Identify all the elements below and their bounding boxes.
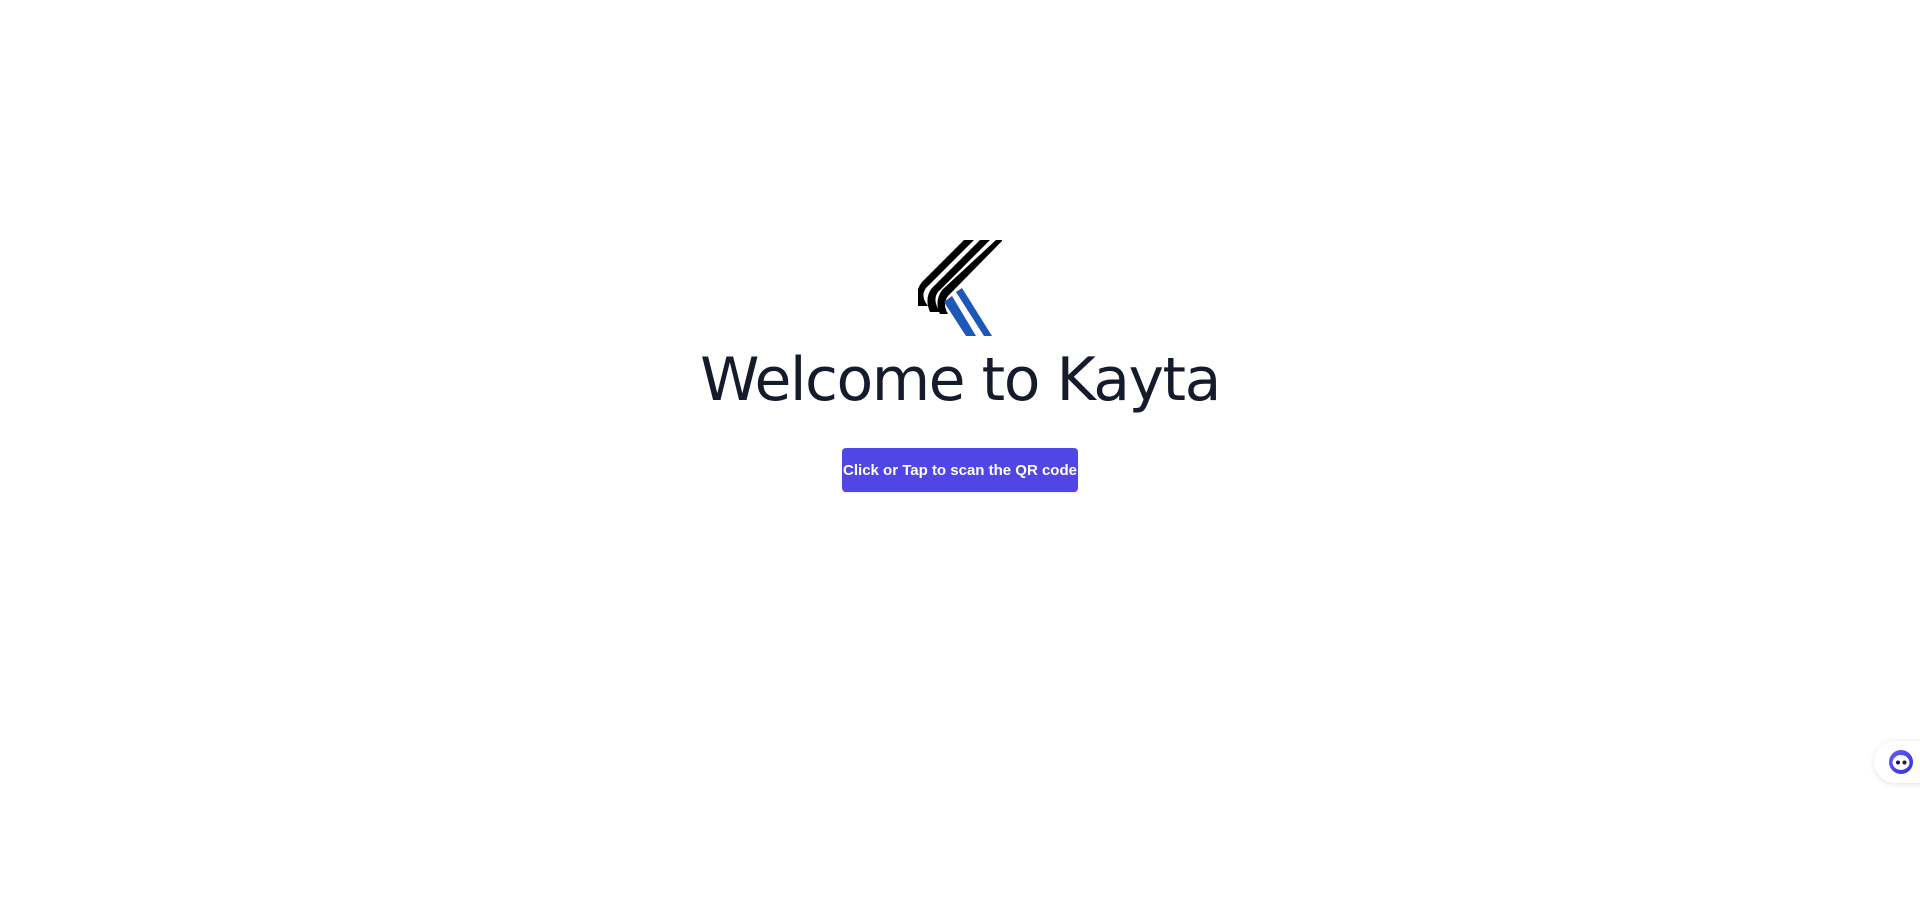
welcome-page: Welcome to Kayta Click or Tap to scan th… [0,0,1920,919]
scan-qr-code-button[interactable]: Click or Tap to scan the QR code [842,448,1078,492]
chat-widget-launcher[interactable] [1874,741,1920,783]
page-title: Welcome to Kayta [700,345,1221,415]
chat-assistant-icon [1889,750,1913,774]
kayta-logo-icon [918,240,1002,336]
